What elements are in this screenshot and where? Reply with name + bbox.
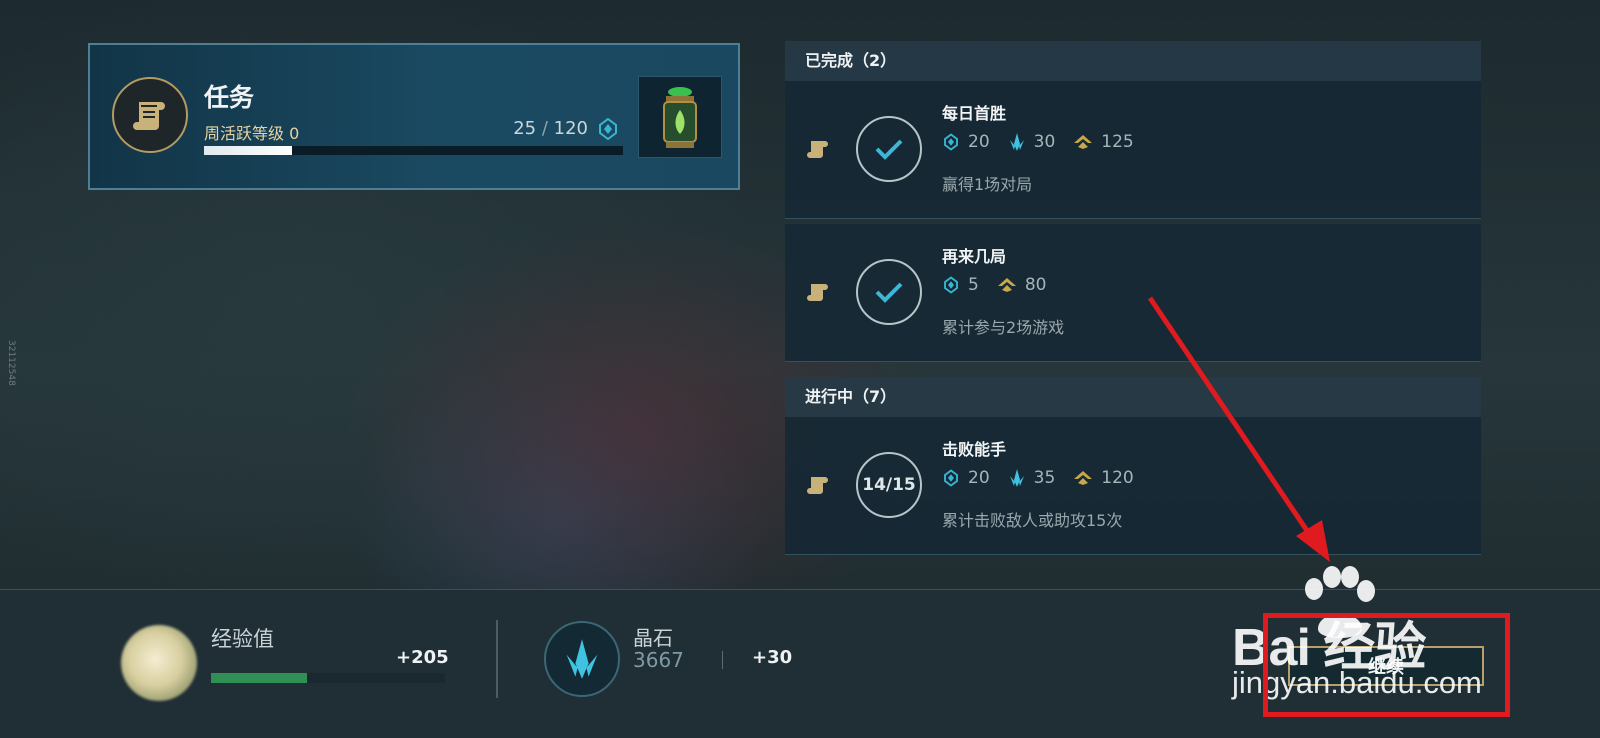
- reward-value: 20: [968, 132, 990, 152]
- mission-progress-separator: /: [541, 118, 548, 139]
- mission-progress-fill: [204, 146, 292, 155]
- mission-emblem: [112, 77, 188, 153]
- quest-description: 累计击败敌人或助攻15次: [942, 511, 1123, 530]
- crystal-icon: [566, 639, 598, 679]
- mission-title: 任务: [204, 83, 255, 112]
- reward-xp: 120: [1073, 468, 1134, 488]
- blue-essence-icon: [944, 469, 958, 487]
- quest-rewards: 20 30 125: [942, 130, 1134, 154]
- crystal-count: 3667: [633, 648, 684, 672]
- xp-progress-bar: [211, 673, 445, 683]
- quest-rewards: 20 35 120: [942, 466, 1134, 490]
- quest-row[interactable]: 再来几局 5 80 累计参与2场游戏: [785, 224, 1481, 362]
- reward-value: 120: [1101, 468, 1134, 488]
- quest-progress-ring: 14/15: [856, 452, 922, 518]
- mission-progress-total: 120: [553, 118, 588, 139]
- quest-row[interactable]: 每日首胜 20 30 125 赢得1场对局: [785, 81, 1481, 219]
- xp-chevron-icon: [1074, 471, 1093, 485]
- crystal-icon: [1009, 469, 1024, 487]
- scroll-icon: [807, 284, 828, 301]
- weekly-reward-box[interactable]: [638, 76, 722, 158]
- scroll-icon: [807, 477, 828, 494]
- reward-xp: 125: [1073, 132, 1134, 152]
- reward-value: 20: [968, 468, 990, 488]
- reward-value: 35: [1033, 468, 1056, 488]
- crystal-gain: +30: [752, 647, 793, 668]
- reward-xp: 80: [997, 275, 1047, 295]
- scroll-icon: [807, 141, 828, 158]
- annotation-highlight-box: [1263, 613, 1510, 717]
- crystal-icon: [1009, 133, 1024, 151]
- quest-description: 赢得1场对局: [942, 175, 1033, 194]
- reward-value: 5: [968, 275, 979, 295]
- mission-progress-text: 25 / 120: [513, 118, 588, 139]
- xp-progress-fill: [211, 673, 307, 683]
- blue-essence-icon: [944, 133, 958, 151]
- check-icon: [875, 282, 903, 303]
- quest-status-complete: [856, 116, 922, 182]
- mission-progress-bar: [204, 146, 623, 155]
- blue-essence-icon: [599, 117, 617, 141]
- xp-label: 经验值: [211, 627, 274, 651]
- xp-chevron-icon: [997, 278, 1016, 292]
- in-progress-section-header: 进行中（7）: [785, 377, 1481, 417]
- quest-title: 击败能手: [942, 440, 1007, 459]
- completed-section-header: 已完成（2）: [785, 41, 1481, 81]
- divider: [722, 651, 723, 669]
- reward-value: 80: [1024, 275, 1047, 295]
- mission-card[interactable]: 任务 周活跃等级 0 25 / 120: [88, 43, 740, 190]
- reward-blue-essence: 5: [942, 275, 979, 295]
- quest-title: 每日首胜: [942, 104, 1007, 123]
- quest-description: 累计参与2场游戏: [942, 318, 1065, 337]
- reward-value: 30: [1033, 132, 1056, 152]
- weekly-activity-level: 周活跃等级 0: [204, 124, 300, 143]
- check-icon: [875, 139, 903, 160]
- xp-avatar: [121, 625, 197, 701]
- divider: [496, 620, 498, 698]
- quest-list[interactable]: 已完成（2） 每日首胜 20 30 125 赢得1场对局 再来几局 5 80 累…: [785, 41, 1481, 589]
- crystal-emblem: [544, 621, 620, 697]
- crystal-label: 晶石: [633, 626, 673, 650]
- quest-title: 再来几局: [942, 247, 1007, 266]
- quest-row[interactable]: 14/15 击败能手 20 35 120 累计击败敌人或助攻15次: [785, 417, 1481, 555]
- reward-value: 125: [1101, 132, 1134, 152]
- xp-chevron-icon: [1074, 135, 1093, 149]
- blue-essence-icon: [944, 276, 958, 294]
- reward-crystal: 35: [1008, 468, 1056, 488]
- quest-rewards: 5 80: [942, 273, 1046, 297]
- lantern-capsule-icon: [663, 87, 697, 148]
- reward-blue-essence: 20: [942, 132, 990, 152]
- reward-crystal: 30: [1008, 132, 1056, 152]
- xp-gain: +205: [396, 647, 449, 668]
- reward-blue-essence: 20: [942, 468, 990, 488]
- scroll-icon: [133, 102, 165, 130]
- mission-progress-current: 25: [513, 118, 537, 139]
- quest-status-complete: [856, 259, 922, 325]
- side-id-text: 32112548: [6, 340, 16, 386]
